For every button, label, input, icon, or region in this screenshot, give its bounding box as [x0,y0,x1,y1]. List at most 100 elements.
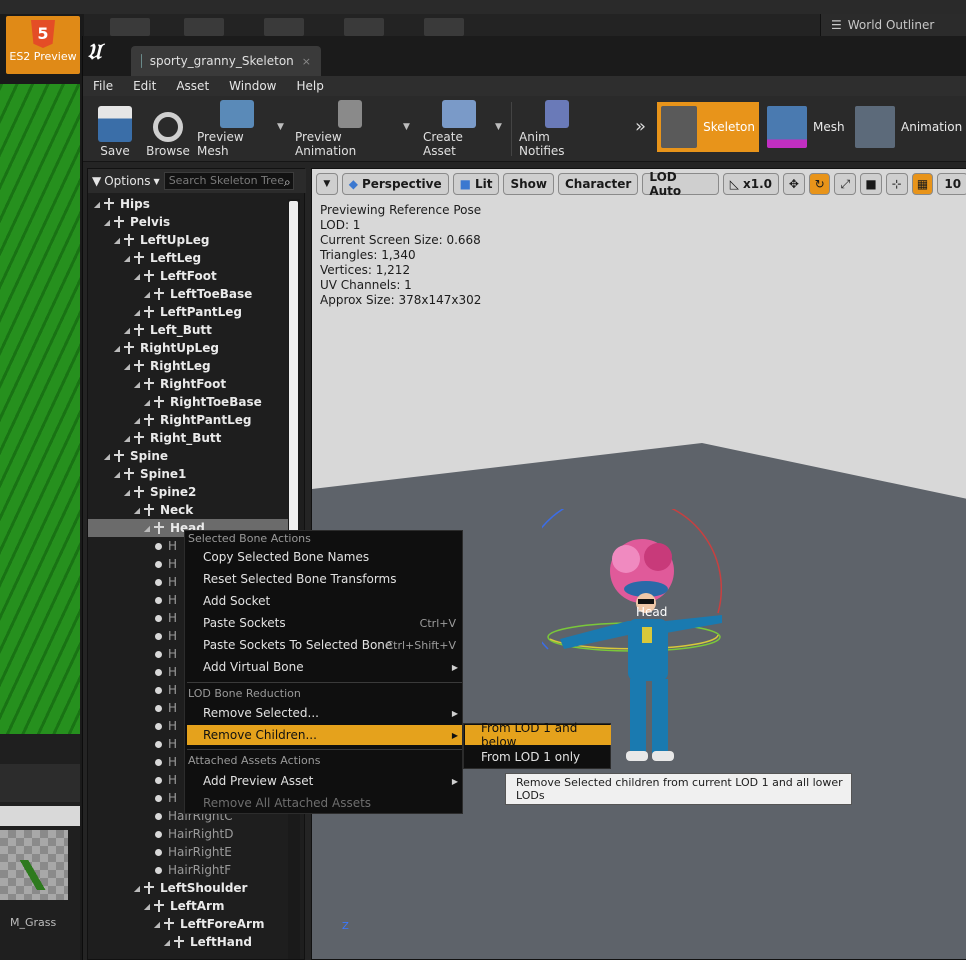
background-tool-icon[interactable] [344,18,384,36]
lit-button[interactable]: ■ Lit [452,173,500,195]
tree-scrollbar-thumb[interactable] [289,201,298,535]
reset-bone-transforms-item[interactable]: Reset Selected Bone Transforms [187,569,462,589]
create-asset-dropdown-icon[interactable]: ▼ [495,122,502,132]
preview-mesh-button[interactable]: Preview Mesh [197,100,277,158]
bone-row[interactable]: ◢ Spine2 [88,483,288,501]
menu-asset[interactable]: Asset [166,79,219,93]
bone-row[interactable]: ◢ LeftLeg [88,249,288,267]
add-preview-asset-item[interactable]: Add Preview Asset ▶ [187,771,462,791]
bone-row[interactable]: ◢ Spine [88,447,288,465]
bone-row[interactable]: ◢ Hips [88,195,288,213]
create-asset-button[interactable]: Create Asset [423,100,495,158]
level-viewport[interactable] [0,84,80,734]
from-lod-only-item[interactable]: From LOD 1 only [465,747,611,767]
expand-arrow-icon[interactable]: ◢ [122,254,132,263]
mode-animation-button[interactable]: Animation [851,102,966,152]
bone-row[interactable]: ◢ Spine1 [88,465,288,483]
background-tool-icon[interactable] [264,18,304,36]
skeleton-tree-search-input[interactable]: Search Skeleton Tree ⌕ [163,172,294,190]
bone-row[interactable]: ◢ Pelvis [88,213,288,231]
scale-tool-button[interactable]: ⤢ [834,173,857,195]
menu-edit[interactable]: Edit [123,79,166,93]
menu-window[interactable]: Window [219,79,286,93]
expand-arrow-icon[interactable]: ◢ [162,938,172,947]
bone-row[interactable]: ◢ Left_Butt [88,321,288,339]
background-tool-icon[interactable] [424,18,464,36]
save-button[interactable]: Save [97,100,133,158]
add-socket-item[interactable]: Add Socket [187,591,462,611]
bone-row[interactable]: ◢ RightLeg [88,357,288,375]
anim-notifies-button[interactable]: Anim Notifies [519,100,595,158]
menu-file[interactable]: File [83,79,123,93]
bone-row[interactable]: HairRightF [88,861,288,879]
preview-animation-dropdown-icon[interactable]: ▼ [403,122,410,132]
remove-children-item[interactable]: Remove Children... ▶ [187,725,462,745]
preview-animation-button[interactable]: Preview Animation [295,100,405,158]
options-button[interactable]: ▼ Options ▼ [92,174,160,188]
expand-arrow-icon[interactable]: ◢ [132,308,142,317]
viewport-options-button[interactable]: ▼ [316,173,338,195]
background-tool-icon[interactable] [184,18,224,36]
bone-row[interactable]: ◢ LeftForeArm [88,915,288,933]
document-tab[interactable]: sporty_granny_Skeleton × [131,46,321,76]
character-button[interactable]: Character [557,173,639,195]
bone-row[interactable]: ◢ Right_Butt [88,429,288,447]
expand-arrow-icon[interactable]: ◢ [142,290,152,299]
background-tool-icon[interactable] [110,18,150,36]
bone-row[interactable]: ◢ LeftShoulder [88,879,288,897]
surface-snap-button[interactable]: ⊹ [885,173,908,195]
bone-row[interactable]: ◢ RightPantLeg [88,411,288,429]
expand-arrow-icon[interactable]: ◢ [132,506,142,515]
bone-row[interactable]: ◢ RightUpLeg [88,339,288,357]
expand-arrow-icon[interactable]: ◢ [122,434,132,443]
expand-arrow-icon[interactable]: ◢ [142,524,152,533]
bone-row[interactable]: ◢ Neck [88,501,288,519]
expand-arrow-icon[interactable]: ◢ [112,344,122,353]
expand-arrow-icon[interactable]: ◢ [122,362,132,371]
bone-row[interactable]: ◢ LeftArm [88,897,288,915]
show-button[interactable]: Show [503,173,554,195]
close-tab-icon[interactable]: × [302,55,311,68]
bone-row[interactable]: ◢ LeftFoot [88,267,288,285]
rotate-tool-button[interactable]: ↻ [808,173,831,195]
translate-tool-button[interactable]: ✥ [783,173,805,195]
expand-arrow-icon[interactable]: ◢ [142,902,152,911]
bone-row[interactable]: ◢ LeftPantLeg [88,303,288,321]
expand-arrow-icon[interactable]: ◢ [122,488,132,497]
expand-arrow-icon[interactable]: ◢ [152,920,162,929]
remove-selected-item[interactable]: Remove Selected... ▶ [187,703,462,723]
expand-arrow-icon[interactable]: ◢ [132,380,142,389]
bone-row[interactable]: HairRightE [88,843,288,861]
bone-row[interactable]: ◢ RightToeBase [88,393,288,411]
world-local-button[interactable]: ■ [860,173,882,195]
expand-arrow-icon[interactable]: ◢ [122,326,132,335]
paste-sockets-to-bone-item[interactable]: Paste Sockets To Selected Bone Ctrl+Shift… [187,635,462,655]
browse-button[interactable]: Browse [145,100,191,158]
expand-arrow-icon[interactable]: ◢ [92,200,102,209]
perspective-button[interactable]: ◆ Perspective [341,173,449,195]
bone-row[interactable]: ◢ RightFoot [88,375,288,393]
bone-row[interactable]: ◢ LeftUpLeg [88,231,288,249]
material-thumbnail[interactable] [0,830,68,900]
expand-arrow-icon[interactable]: ◢ [132,884,142,893]
grid-snap-button[interactable]: ▦ [911,173,934,195]
from-lod-and-below-item[interactable]: From LOD 1 and below [465,721,611,749]
add-virtual-bone-item[interactable]: Add Virtual Bone ▶ [187,657,462,677]
expand-arrow-icon[interactable]: ◢ [102,452,112,461]
expand-arrow-icon[interactable]: ◢ [112,470,122,479]
bone-row[interactable]: ◢ LeftToeBase [88,285,288,303]
expand-arrow-icon[interactable]: ◢ [132,416,142,425]
expand-arrow-icon[interactable]: ◢ [102,218,112,227]
mode-mesh-button[interactable]: Mesh [763,102,849,152]
grid-size-button[interactable]: 10 [937,173,966,195]
world-outliner-tab[interactable]: ☰ World Outliner [820,14,966,36]
expand-arrow-icon[interactable]: ◢ [132,272,142,281]
expand-arrow-icon[interactable]: ◢ [112,236,122,245]
bone-row[interactable]: HairRightD [88,825,288,843]
bone-row[interactable]: ◢ LeftHand [88,933,288,951]
playback-speed-button[interactable]: ◺ x1.0 [722,173,780,195]
mode-skeleton-button[interactable]: Skeleton [657,102,759,152]
overflow-chevron-icon[interactable]: » [635,116,646,137]
expand-arrow-icon[interactable]: ◢ [142,398,152,407]
menu-help[interactable]: Help [286,79,333,93]
